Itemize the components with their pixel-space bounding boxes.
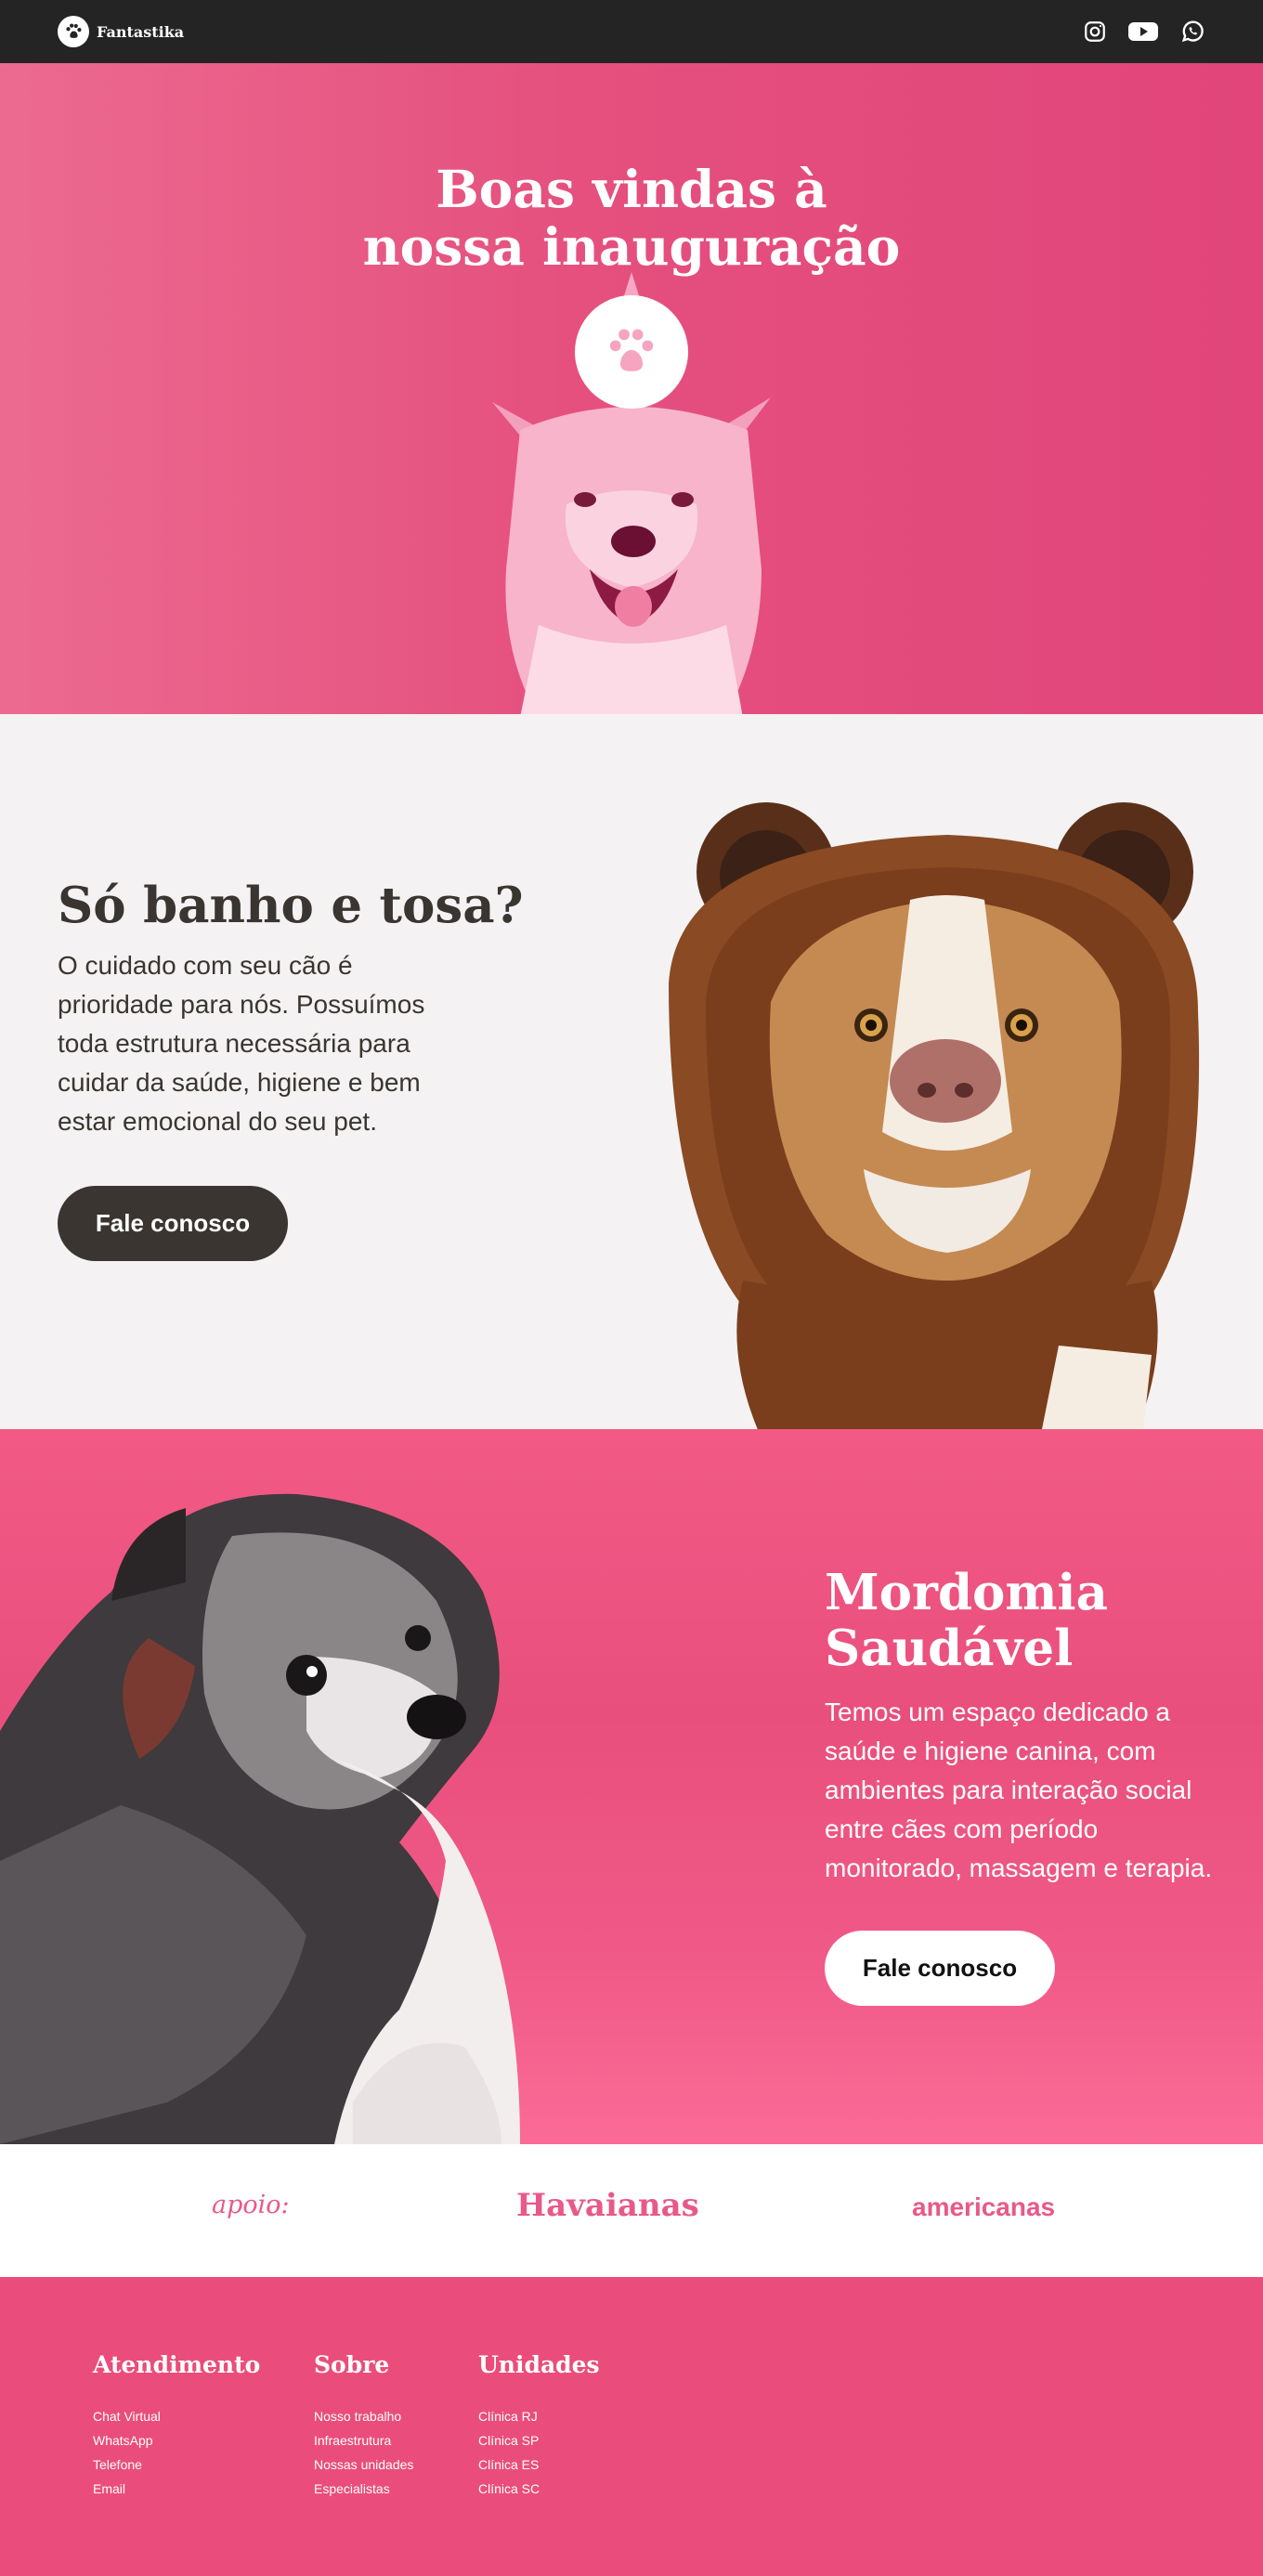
sponsors-bar: apoio: Havaianas americanas	[0, 2144, 1263, 2277]
footer-link[interactable]: Chat Virtual	[93, 2404, 260, 2428]
footer-link[interactable]: Clínica SP	[478, 2428, 600, 2452]
footer-column-title: Sobre	[314, 2351, 390, 2378]
paw-badge	[575, 295, 688, 409]
care-title: Mordomia Saudável	[825, 1565, 1233, 1676]
footer-link[interactable]: Clínica RJ	[478, 2404, 600, 2428]
care-title-line2: Saudável	[825, 1620, 1074, 1677]
care-text: Temos um espaço dedicado a saúde e higie…	[825, 1698, 1213, 1882]
footer-column-atendimento: Atendimento Chat Virtual WhatsApp Telefo…	[93, 2351, 260, 2501]
footer-link[interactable]: Telefone	[93, 2452, 260, 2477]
paw-icon	[609, 329, 654, 371]
footer-link[interactable]: Nossas unidades	[314, 2452, 413, 2477]
bear-hat-dog-image	[669, 802, 1200, 1429]
hero-title-line1: Boas vindas à	[436, 159, 827, 219]
hero-section: Boas vindas à nossa inauguração	[0, 63, 1263, 714]
footer-column-title: Unidades	[478, 2351, 600, 2378]
sponsor-havaianas-logo[interactable]: Havaianas	[516, 2187, 699, 2224]
grooming-title: Só banho e tosa?	[58, 877, 524, 934]
youtube-icon[interactable]	[1127, 20, 1159, 44]
contact-button[interactable]: Fale conosco	[58, 1186, 288, 1261]
hero-title-line2: nossa inauguração	[362, 216, 901, 277]
whatsapp-icon[interactable]	[1179, 19, 1205, 45]
footer: Atendimento Chat Virtual WhatsApp Telefo…	[0, 2277, 1263, 2576]
contact-button-light[interactable]: Fale conosco	[825, 1931, 1055, 2006]
chihuahua-image	[0, 1493, 520, 2144]
grooming-text: O cuidado com seu cão é prioridade para …	[58, 951, 425, 1136]
brand[interactable]: Fantastika	[58, 16, 184, 47]
paw-logo-icon	[58, 16, 89, 47]
instagram-icon[interactable]	[1083, 20, 1107, 44]
care-title-line1: Mordomia	[825, 1564, 1108, 1621]
footer-link[interactable]: Especialistas	[314, 2477, 413, 2501]
sponsors-label: apoio:	[212, 2191, 290, 2219]
footer-link[interactable]: WhatsApp	[93, 2428, 260, 2452]
grooming-section: Só banho e tosa? O cuidado com seu cão é…	[0, 714, 1263, 1429]
footer-link[interactable]: Nosso trabalho	[314, 2404, 413, 2428]
footer-link[interactable]: Email	[93, 2477, 260, 2501]
footer-column-title: Atendimento	[93, 2351, 261, 2378]
footer-link[interactable]: Clínica SC	[478, 2477, 600, 2501]
sponsor-americanas-logo[interactable]: americanas	[912, 2192, 1055, 2222]
social-links	[1083, 19, 1205, 45]
top-navbar: Fantastika	[0, 0, 1263, 63]
care-section: Mordomia Saudável Temos um espaço dedica…	[0, 1429, 1263, 2144]
hero-title: Boas vindas à nossa inauguração	[0, 161, 1263, 276]
footer-link[interactable]: Infraestrutura	[314, 2428, 413, 2452]
brand-name: Fantastika	[97, 22, 185, 41]
footer-column-sobre: Sobre Nosso trabalho Infraestrutura Noss…	[314, 2351, 413, 2501]
footer-column-unidades: Unidades Clínica RJ Clínica SP Clínica E…	[478, 2351, 600, 2501]
footer-link[interactable]: Clínica ES	[478, 2452, 600, 2477]
